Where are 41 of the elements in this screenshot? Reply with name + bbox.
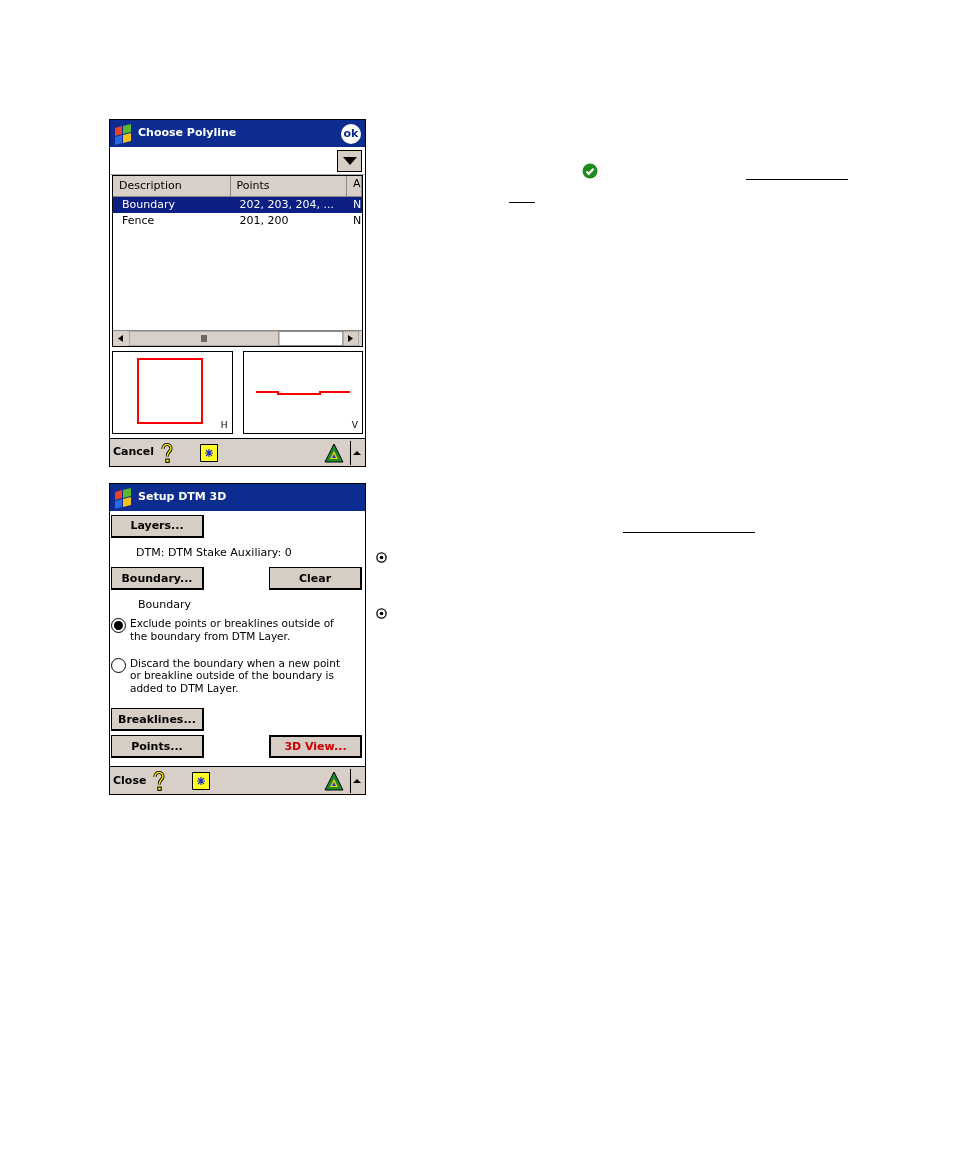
help-icon[interactable] [160, 442, 175, 463]
button[interactable]: Boundary... [111, 567, 204, 591]
list-cell[interactable]: N [347, 213, 362, 229]
radio-button[interactable] [111, 618, 126, 634]
list-cell[interactable]: N [347, 197, 362, 213]
help-icon[interactable] [152, 770, 167, 791]
button[interactable]: Breaklines... [111, 708, 204, 732]
close-command[interactable]: Close [113, 772, 147, 790]
window-title: Setup DTM 3D [138, 489, 228, 506]
info-text: DTM: DTM Stake Auxiliary: 0 [135, 546, 293, 560]
windows-flag-icon[interactable] [112, 122, 134, 145]
list-cell[interactable]: 202, 203, 204, ... [230, 197, 348, 213]
option-label: Exclude points or breaklines outside of the boundary from DTM Layer. [130, 617, 335, 643]
list-cell[interactable]: Fence [113, 213, 231, 229]
dropdown-button[interactable] [337, 149, 362, 172]
cancel-command[interactable]: Cancel [113, 444, 155, 461]
caret-icon [342, 156, 357, 165]
up-arrow-icon[interactable] [350, 440, 362, 465]
windows-flag-icon[interactable] [112, 486, 134, 509]
button[interactable]: Points... [111, 735, 204, 759]
scrollbar-drawing[interactable] [129, 331, 359, 346]
option-label: Discard the boundary when a new point or breakline outside of the boundary is added to DTM Layer. [130, 656, 342, 695]
list-row[interactable]: Boundary 202, 203, 204, ... N [113, 197, 362, 213]
list-row[interactable]: Fence 201, 200 N [113, 213, 362, 229]
list-cell[interactable]: Boundary [113, 197, 231, 213]
triangle-logo-icon[interactable] [324, 442, 344, 463]
button[interactable]: 3D View... [269, 735, 362, 759]
button[interactable]: Clear [269, 567, 362, 591]
window-title: Choose Polyline [138, 125, 238, 142]
axis-label: V [351, 418, 358, 432]
triangle-logo-icon[interactable] [324, 770, 344, 791]
bullet-icon [376, 552, 387, 563]
list-cell[interactable]: 201, 200 [230, 213, 348, 229]
ok-button[interactable]: ok [341, 123, 361, 144]
bullet-icon [376, 608, 387, 619]
up-arrow-icon[interactable] [350, 768, 362, 793]
info-text: Boundary [137, 598, 192, 612]
radio-button[interactable] [111, 657, 126, 673]
button[interactable]: Layers... [111, 515, 204, 538]
check-icon [582, 163, 598, 179]
axis-label: H [220, 418, 228, 432]
